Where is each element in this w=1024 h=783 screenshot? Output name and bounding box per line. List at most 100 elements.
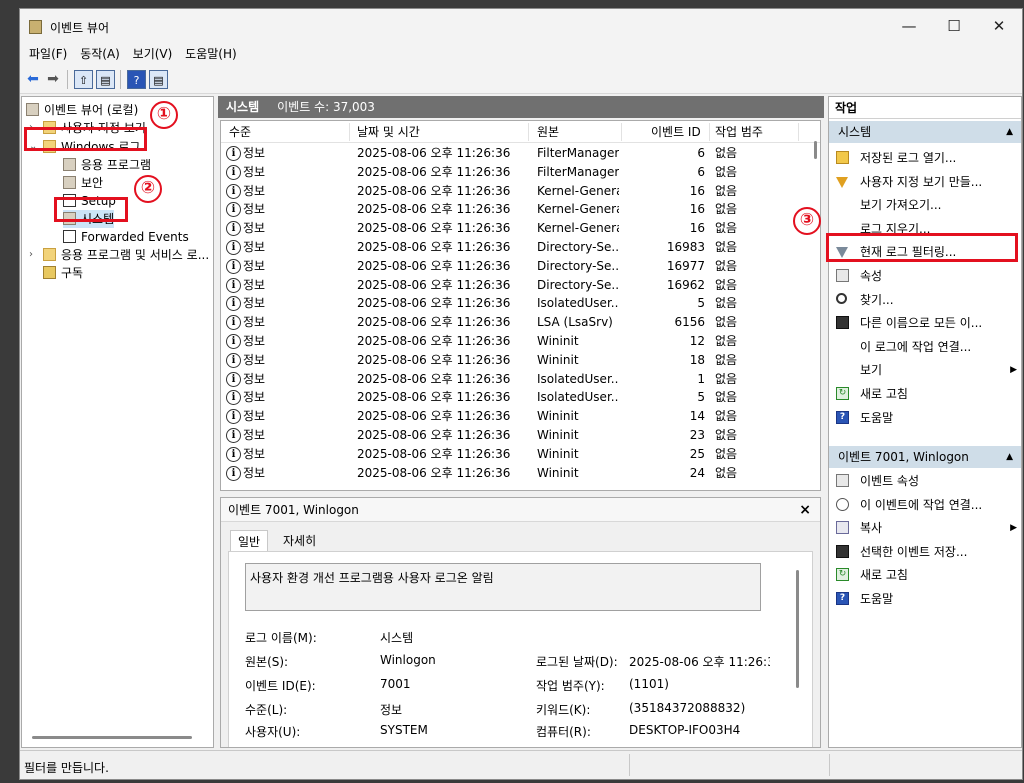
table-row[interactable]: i 정보 2025-08-06 오후 11:26:36 FilterManager 6 없…: [221, 163, 820, 182]
action-item[interactable]: 찾기...: [829, 289, 1021, 311]
column-source[interactable]: 원본: [537, 121, 559, 143]
column-divider[interactable]: [349, 123, 350, 141]
tree-root[interactable]: 이벤트 뷰어 (로컬): [26, 101, 138, 119]
level-value: 정보: [380, 703, 403, 717]
table-row[interactable]: i 정보 2025-08-06 오후 11:26:36 Directory-Se...…: [221, 257, 820, 276]
expand-chevron-icon[interactable]: ›: [29, 122, 33, 133]
action-item[interactable]: 속성: [829, 265, 1021, 287]
action-item[interactable]: 로그 지우기...: [829, 218, 1021, 240]
help-icon[interactable]: ?: [127, 70, 146, 89]
table-row[interactable]: i 정보 2025-08-06 오후 11:26:36 Kernel-General 1…: [221, 182, 820, 201]
info-icon: i: [226, 240, 241, 255]
collapse-up-icon[interactable]: ▲: [1006, 121, 1013, 143]
category-cell: 없음: [715, 240, 738, 254]
action-item[interactable]: 보기 ▶: [829, 359, 1021, 381]
tree-setup[interactable]: Setup: [63, 192, 116, 210]
action-item-label: 다른 이름으로 모든 이...: [860, 316, 983, 331]
info-icon: i: [226, 334, 241, 349]
back-arrow-icon[interactable]: ⬅: [24, 70, 42, 89]
table-row[interactable]: i 정보 2025-08-06 오후 11:26:36 Wininit 23 없음: [221, 426, 820, 445]
column-event-id[interactable]: 이벤트 ID: [651, 121, 701, 143]
table-row[interactable]: i 정보 2025-08-06 오후 11:26:36 Kernel-General 1…: [221, 219, 820, 238]
show-hide-tree-icon[interactable]: ▤: [96, 70, 115, 89]
table-row[interactable]: i 정보 2025-08-06 오후 11:26:36 IsolatedUser...…: [221, 388, 820, 407]
level-cell: 정보: [243, 352, 266, 367]
vertical-scrollbar[interactable]: [814, 141, 817, 159]
tree-apps-services[interactable]: 응용 프로그램 및 서비스 로...: [43, 246, 209, 264]
forward-arrow-icon[interactable]: ➡: [44, 70, 62, 89]
collapse-up-icon[interactable]: ▲: [1006, 446, 1013, 468]
close-detail-button[interactable]: ×: [799, 498, 811, 522]
menu-view[interactable]: 보기(V): [133, 43, 173, 65]
tree-forwarded-events[interactable]: Forwarded Events: [63, 228, 189, 246]
column-level[interactable]: 수준: [229, 121, 251, 143]
table-row[interactable]: i 정보 2025-08-06 오후 11:26:36 IsolatedUser...…: [221, 370, 820, 389]
status-divider: [829, 754, 830, 776]
action-item[interactable]: ↻ 새로 고침: [829, 564, 1021, 586]
actions-section-event[interactable]: 이벤트 7001, Winlogon ▲: [829, 446, 1021, 468]
category-cell: 없음: [715, 390, 738, 405]
action-item[interactable]: 이 로그에 작업 연결...: [829, 336, 1021, 358]
detail-scrollbar[interactable]: [796, 570, 799, 688]
event-viewer-icon: [26, 103, 39, 116]
table-row[interactable]: i 정보 2025-08-06 오후 11:26:36 LSA (LsaSrv) 615…: [221, 313, 820, 332]
tree-security[interactable]: 보안: [63, 174, 103, 192]
info-icon: i: [226, 390, 241, 406]
menu-action[interactable]: 동작(A): [80, 43, 120, 65]
table-row[interactable]: i 정보 2025-08-06 오후 11:26:36 FilterManager 6 없…: [221, 144, 820, 163]
menu-file[interactable]: 파일(F): [29, 43, 67, 65]
close-window-button[interactable]: ✕: [976, 9, 1022, 43]
expand-chevron-icon[interactable]: ›: [29, 249, 33, 260]
action-item[interactable]: 현재 로그 필터링...: [829, 241, 1021, 263]
tree-application[interactable]: 응용 프로그램: [63, 156, 151, 174]
action-item-label: 도움말: [860, 592, 894, 606]
maximize-button[interactable]: ☐: [931, 9, 977, 43]
show-hide-action-pane-icon[interactable]: ▤: [149, 70, 168, 89]
collapse-chevron-icon[interactable]: ⌄: [29, 141, 37, 152]
column-divider[interactable]: [798, 123, 799, 141]
action-item[interactable]: 저장된 로그 열기...: [829, 147, 1021, 169]
table-row[interactable]: i 정보 2025-08-06 오후 11:26:36 Wininit 18 없음: [221, 351, 820, 370]
action-item[interactable]: 선택한 이벤트 저장...: [829, 541, 1021, 563]
column-task-category[interactable]: 작업 범주: [715, 121, 763, 143]
action-item[interactable]: 복사 ▶: [829, 517, 1021, 539]
action-item[interactable]: ↻ 새로 고침: [829, 383, 1021, 405]
table-row[interactable]: i 정보 2025-08-06 오후 11:26:36 Wininit 14 없음: [221, 407, 820, 426]
window-title: 이벤트 뷰어: [50, 21, 110, 35]
tree-system[interactable]: 시스템: [63, 210, 115, 228]
action-item[interactable]: 보기 가져오기...: [829, 194, 1021, 216]
table-row[interactable]: i 정보 2025-08-06 오후 11:26:36 Kernel-General 1…: [221, 200, 820, 219]
status-bar: 필터를 만듭니다.: [20, 750, 1022, 779]
menu-help[interactable]: 도움말(H): [185, 43, 237, 65]
info-icon: i: [226, 202, 241, 218]
table-row[interactable]: i 정보 2025-08-06 오후 11:26:36 Directory-Se...…: [221, 276, 820, 295]
action-item[interactable]: ? 도움말: [829, 588, 1021, 610]
table-row[interactable]: i 정보 2025-08-06 오후 11:26:36 Wininit 25 없음: [221, 445, 820, 464]
column-divider[interactable]: [528, 123, 529, 141]
status-divider: [629, 754, 630, 776]
column-datetime[interactable]: 날짜 및 시간: [357, 121, 420, 143]
action-item[interactable]: 이벤트 속성: [829, 470, 1021, 492]
minimize-button[interactable]: —: [886, 9, 932, 43]
action-item[interactable]: 사용자 지정 보기 만들...: [829, 171, 1021, 193]
table-row[interactable]: i 정보 2025-08-06 오후 11:26:36 IsolatedUser...…: [221, 294, 820, 313]
tree-windows-logs[interactable]: Windows 로그: [43, 138, 140, 156]
tree-root-label: 이벤트 뷰어 (로컬): [44, 103, 139, 117]
horizontal-scrollbar[interactable]: [32, 736, 192, 739]
action-item[interactable]: 다른 이름으로 모든 이...: [829, 312, 1021, 334]
tab-details[interactable]: 자세히: [276, 530, 323, 552]
source-cell: Kernel-General: [537, 202, 619, 217]
tree-custom-views[interactable]: 사용자 지정 보기: [43, 119, 146, 137]
tree-subscriptions[interactable]: 구독: [43, 264, 83, 282]
action-item[interactable]: ? 도움말: [829, 407, 1021, 429]
column-divider[interactable]: [621, 123, 622, 141]
table-row[interactable]: i 정보 2025-08-06 오후 11:26:36 Wininit 12 없음: [221, 332, 820, 351]
column-divider[interactable]: [709, 123, 710, 141]
table-row[interactable]: i 정보 2025-08-06 오후 11:26:36 Wininit 24 없음: [221, 464, 820, 483]
datetime-cell: 2025-08-06 오후 11:26:36: [357, 352, 511, 367]
action-item[interactable]: 이 이벤트에 작업 연결...: [829, 494, 1021, 516]
up-folder-icon[interactable]: ⇧: [74, 70, 93, 89]
actions-section-system[interactable]: 시스템 ▲: [829, 121, 1021, 143]
table-row[interactable]: i 정보 2025-08-06 오후 11:26:36 Directory-Se...…: [221, 238, 820, 257]
tab-general[interactable]: 일반: [230, 530, 269, 552]
